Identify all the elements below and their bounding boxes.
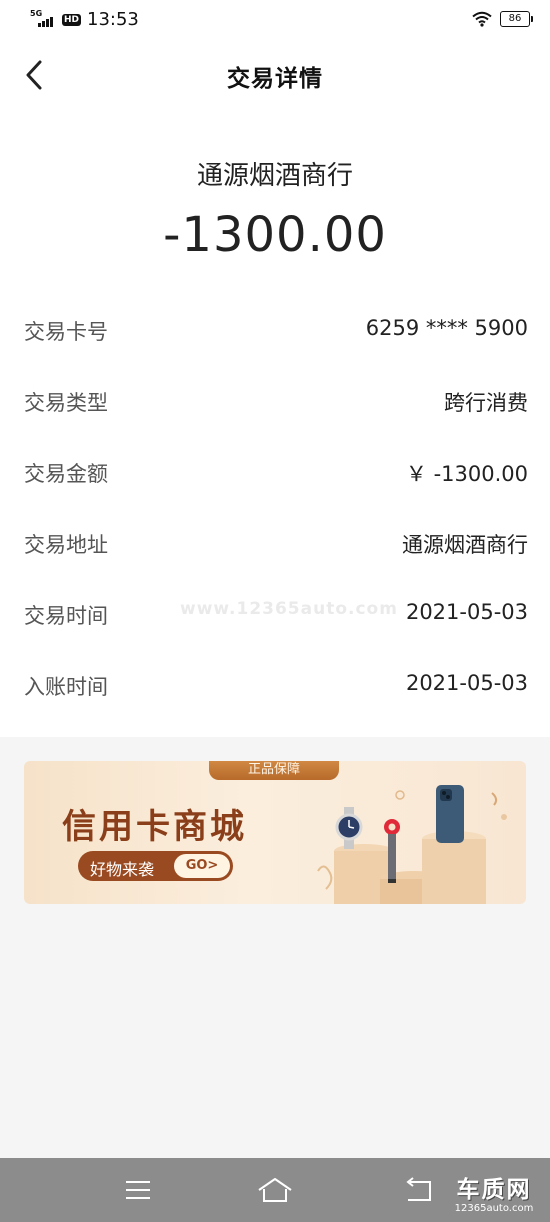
- detail-row-amount: 交易金额 ￥ -1300.00: [0, 437, 550, 508]
- detail-label: 入账时间: [24, 675, 108, 699]
- status-bar-right: 86: [472, 11, 533, 27]
- back-icon: [406, 1177, 431, 1201]
- detail-label: 交易金额: [24, 462, 108, 486]
- status-bar: 5G HD 13:53 86: [0, 0, 550, 40]
- detail-value: 6259 **** 5900: [365, 316, 528, 340]
- home-button[interactable]: [255, 1174, 295, 1206]
- signal-icon: 5G: [30, 10, 56, 29]
- status-time: 13:53: [87, 9, 139, 30]
- brand-url: 12365auto.com: [454, 1203, 534, 1214]
- credit-card-mall-banner[interactable]: 正品保障 信用卡商城 好物来袭 GO>: [24, 761, 526, 904]
- wifi-icon: [472, 11, 492, 27]
- banner-pill-label: 好物来袭: [90, 860, 155, 879]
- detail-label: 交易卡号: [24, 320, 108, 344]
- detail-value: 2021-05-03: [405, 600, 528, 624]
- banner-title: 信用卡商城: [62, 807, 247, 847]
- banner-tag: 正品保障: [209, 761, 339, 780]
- watch-icon: [335, 807, 363, 849]
- brand-name: 车质网: [456, 1177, 532, 1203]
- status-bar-left: 5G HD 13:53: [30, 10, 139, 30]
- brand-watermark: 车质网 12365auto.com: [446, 1177, 542, 1215]
- detail-label: 交易地址: [24, 533, 108, 557]
- home-icon: [258, 1178, 292, 1202]
- go-button[interactable]: GO>: [174, 854, 230, 878]
- banner-pill[interactable]: 好物来袭 GO>: [78, 851, 233, 881]
- battery-icon: 86: [500, 11, 533, 27]
- detail-row-posting-time: 入账时间 2021-05-03: [0, 650, 550, 721]
- products-illustration: [317, 785, 507, 904]
- battery-level: 86: [508, 13, 522, 24]
- menu-icon: [126, 1181, 150, 1199]
- detail-value: 通源烟酒商行: [402, 533, 528, 557]
- detail-value: 跨行消费: [444, 391, 528, 415]
- detail-row-address: 交易地址 通源烟酒商行: [0, 508, 550, 579]
- transaction-amount: -1300.00: [163, 207, 387, 263]
- detail-row-card-number: 交易卡号 6259 **** 5900: [0, 295, 550, 366]
- system-back-button[interactable]: [400, 1174, 440, 1206]
- detail-value: ￥ -1300.00: [405, 462, 528, 486]
- page-title: 交易详情: [227, 66, 323, 92]
- detail-row-type: 交易类型 跨行消费: [0, 366, 550, 437]
- phone-icon: [436, 785, 464, 843]
- detail-label: 交易类型: [24, 391, 108, 415]
- detail-value: 2021-05-03: [405, 671, 528, 695]
- hd-badge: HD: [62, 14, 82, 26]
- nav-bar: 交易详情: [0, 45, 550, 105]
- detail-label: 交易时间: [24, 604, 108, 628]
- watermark: www.12365auto.com: [180, 599, 398, 619]
- transaction-details: 交易卡号 6259 **** 5900 交易类型 跨行消费 交易金额 ￥ -13…: [0, 295, 550, 721]
- merchant-name: 通源烟酒商行: [196, 161, 353, 191]
- menu-button[interactable]: [118, 1174, 158, 1206]
